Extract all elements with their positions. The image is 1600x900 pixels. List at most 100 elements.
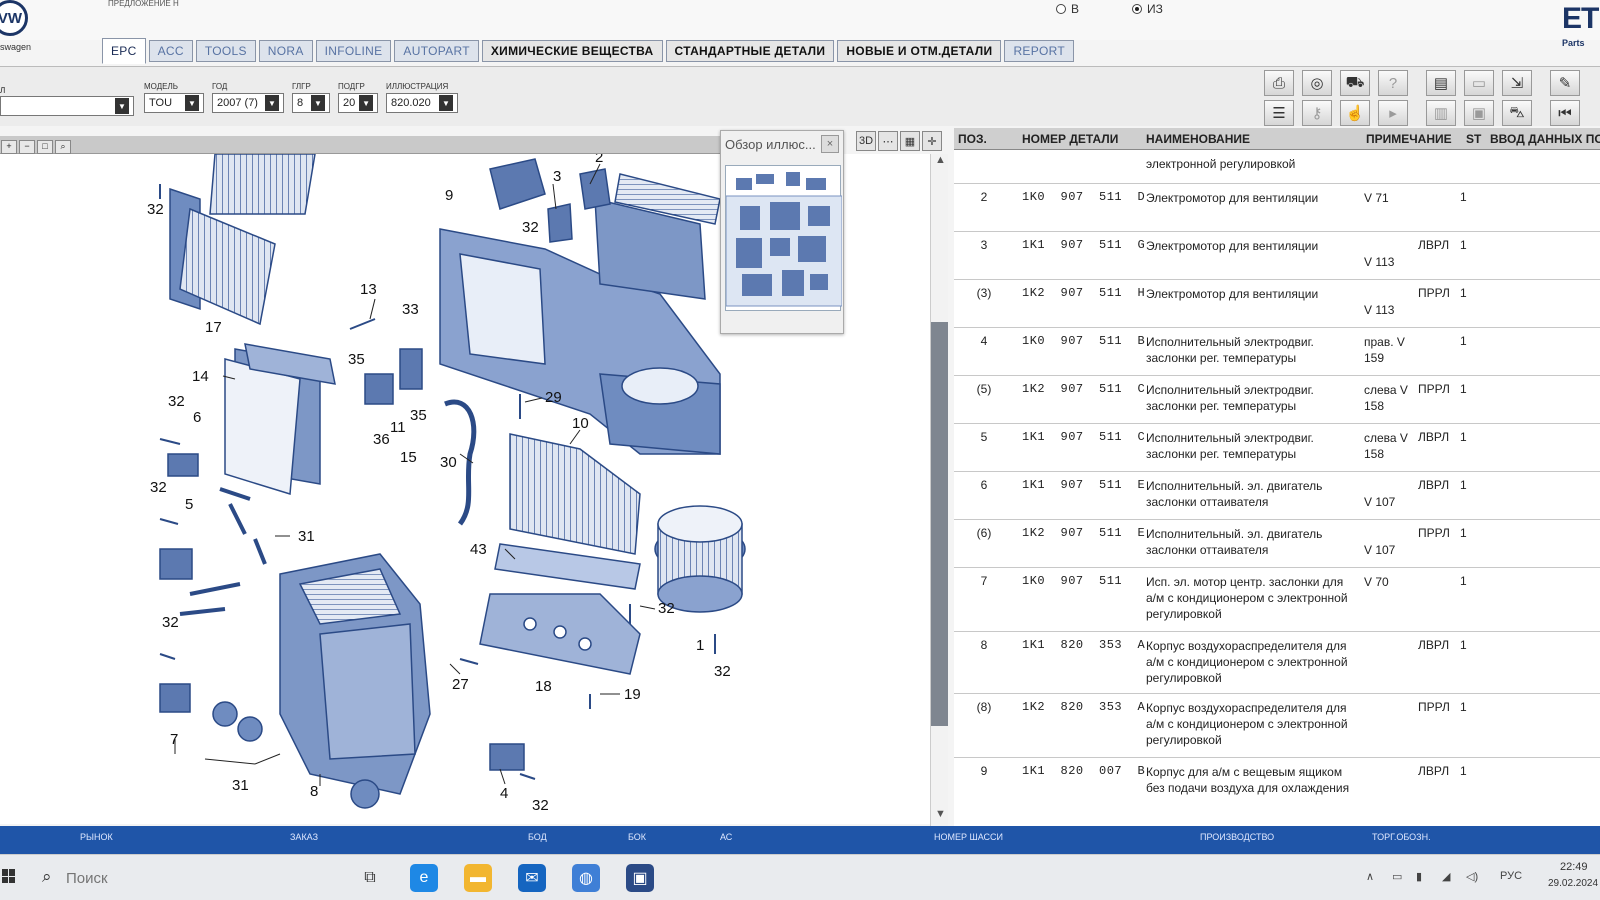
- col-part-number[interactable]: НОМЕР ДЕТАЛИ: [1022, 132, 1118, 146]
- model-select[interactable]: МОДЕЛЬ TOU ▼: [144, 82, 204, 113]
- language-indicator[interactable]: РУС: [1500, 870, 1522, 882]
- main-group-select[interactable]: ГЛГР 8 ▼: [292, 82, 330, 113]
- chevron-up-icon[interactable]: ∧: [1366, 870, 1374, 883]
- scrollbar[interactable]: ▲ ▼: [930, 154, 948, 826]
- scroll-down-icon[interactable]: ▼: [935, 808, 946, 820]
- etka-app-icon[interactable]: ▣: [626, 864, 654, 892]
- scrollbar-thumb[interactable]: [931, 322, 948, 726]
- display-icon[interactable]: ▭: [1392, 870, 1402, 883]
- view-dots-button[interactable]: ⋯: [878, 131, 898, 151]
- chevron-down-icon[interactable]: ▼: [359, 95, 373, 111]
- columns-icon[interactable]: ▥: [1426, 100, 1456, 126]
- basket-icon[interactable]: ▤: [1426, 70, 1456, 96]
- clock-time[interactable]: 22:49: [1560, 861, 1588, 873]
- view-crosshair-button[interactable]: ✛: [922, 131, 942, 151]
- wifi-icon[interactable]: ◢: [1442, 870, 1450, 883]
- table-row[interactable]: 8 1K1 820 353 A Корпус воздухораспредели…: [954, 632, 1600, 694]
- tab-tools[interactable]: TOOLS: [195, 40, 256, 62]
- tab-acc[interactable]: ACC: [148, 40, 193, 62]
- radio-circle-icon[interactable]: [1056, 4, 1066, 14]
- battery-icon[interactable]: ▮: [1416, 870, 1422, 883]
- illustration-overview-panel[interactable]: Обзор иллюс... ×: [720, 130, 844, 334]
- overview-thumbnail[interactable]: [725, 165, 843, 311]
- tab-new-parts[interactable]: НОВЫЕ И ОТМ.ДЕТАЛИ: [837, 40, 1002, 62]
- col-qty[interactable]: ST: [1466, 132, 1481, 146]
- col-note[interactable]: ПРИМЕЧАНИЕ: [1366, 132, 1452, 146]
- tab-infoline[interactable]: INFOLINE: [315, 40, 392, 62]
- col-pos[interactable]: ПОЗ.: [958, 132, 987, 146]
- subgroup-select[interactable]: ПОДГР 20 ▼: [338, 82, 378, 113]
- mail-icon[interactable]: ✉: [518, 864, 546, 892]
- close-icon[interactable]: ×: [821, 135, 839, 153]
- table-row[interactable]: 3 1K1 907 511 G Электромотор для вентиля…: [954, 232, 1600, 280]
- col-input[interactable]: ВВОД ДАННЫХ ПО: [1490, 132, 1600, 146]
- callout-6: 6: [193, 409, 201, 426]
- zoom-in-icon[interactable]: +: [1, 140, 17, 154]
- table-row[interactable]: (3) 1K2 907 511 H Электромотор для венти…: [954, 280, 1600, 328]
- windows-start-icon[interactable]: [2, 869, 16, 883]
- chevron-down-icon[interactable]: ▼: [439, 95, 453, 111]
- taskbar-search-input[interactable]: [66, 865, 346, 891]
- chevron-down-icon[interactable]: ▼: [185, 95, 199, 111]
- cell-pos: (8): [976, 700, 992, 714]
- volume-icon[interactable]: ◁): [1466, 870, 1478, 883]
- chevron-down-icon[interactable]: ▼: [311, 95, 325, 111]
- main-group-label: ГЛГР: [292, 82, 311, 91]
- market-select[interactable]: ▼: [0, 96, 134, 116]
- illustration-select[interactable]: ИЛЛЮСТРАЦИЯ 820.020 ▼: [386, 82, 458, 113]
- callout-2: 2: [595, 154, 603, 166]
- scroll-up-icon[interactable]: ▲: [935, 154, 946, 166]
- pin-icon[interactable]: ✎: [1550, 70, 1580, 96]
- print-icon[interactable]: ⎙: [1264, 70, 1294, 96]
- tab-chemicals[interactable]: ХИМИЧЕСКИЕ ВЕЩЕСТВА: [481, 40, 663, 62]
- table-row[interactable]: (5) 1K2 907 511 C Исполнительный электро…: [954, 376, 1600, 424]
- search-icon[interactable]: ⌕: [42, 867, 52, 887]
- key-icon[interactable]: ⚷: [1302, 100, 1332, 126]
- chevron-down-icon[interactable]: ▼: [265, 95, 279, 111]
- document-icon[interactable]: ▭: [1464, 70, 1494, 96]
- table-row[interactable]: 9 1K1 820 007 B Корпус для а/м с вещевым…: [954, 758, 1600, 826]
- chevron-down-icon[interactable]: ▼: [115, 98, 129, 114]
- zoom-out-icon[interactable]: −: [19, 140, 35, 154]
- globe-icon[interactable]: ◍: [572, 864, 600, 892]
- view-grid-button[interactable]: ▦: [900, 131, 920, 151]
- car-icon[interactable]: ⛟: [1340, 70, 1370, 96]
- view-3d-button[interactable]: 3D: [856, 131, 876, 151]
- list-icon[interactable]: ☰: [1264, 100, 1294, 126]
- year-select[interactable]: ГОД 2007 (7) ▼: [212, 82, 284, 113]
- tab-report[interactable]: REPORT: [1004, 40, 1075, 62]
- status-bok: БОК: [628, 832, 647, 842]
- col-name[interactable]: НАИМЕНОВАНИЕ: [1146, 132, 1250, 146]
- table-row[interactable]: (6) 1K2 907 511 E Исполнительный. эл. дв…: [954, 520, 1600, 568]
- document-search-icon[interactable]: ▣: [1464, 100, 1494, 126]
- table-row[interactable]: 2 1K0 907 511 D Электромотор для вентиля…: [954, 184, 1600, 232]
- next-icon[interactable]: ▸: [1378, 100, 1408, 126]
- radio-selected-icon[interactable]: [1132, 4, 1142, 14]
- table-row[interactable]: 6 1K1 907 511 E Исполнительный. эл. двиг…: [954, 472, 1600, 520]
- search-part-icon[interactable]: ◎: [1302, 70, 1332, 96]
- tab-standard-parts[interactable]: СТАНДАРТНЫЕ ДЕТАЛИ: [665, 40, 835, 62]
- radio-option-iz[interactable]: ИЗ: [1132, 2, 1163, 16]
- radio-option-b[interactable]: В: [1056, 2, 1079, 16]
- table-row[interactable]: 4 1K0 907 511 B Исполнительный электродв…: [954, 328, 1600, 376]
- callout-32: 32: [532, 797, 549, 814]
- fit-icon[interactable]: □: [37, 140, 53, 154]
- edge-browser-icon[interactable]: e: [410, 864, 438, 892]
- clock-date[interactable]: 29.02.2024: [1548, 878, 1598, 889]
- cart-icon[interactable]: ⛍: [1502, 100, 1532, 126]
- hand-icon[interactable]: ☝: [1340, 100, 1370, 126]
- table-row[interactable]: 5 1K1 907 511 C Исполнительный электродв…: [954, 424, 1600, 472]
- tab-epc[interactable]: EPC: [102, 38, 146, 64]
- table-row[interactable]: электронной регулировкой: [954, 150, 1600, 184]
- cell-part-number: 1K1 907 511 C: [1022, 430, 1146, 444]
- tab-nora[interactable]: NORA: [258, 40, 313, 62]
- table-row[interactable]: (8) 1K2 820 353 A Корпус воздухораспреде…: [954, 694, 1600, 758]
- tab-autopart[interactable]: AUTOPART: [394, 40, 479, 62]
- magnifier-icon[interactable]: ⌕: [55, 140, 71, 154]
- help-icon[interactable]: ?: [1378, 70, 1408, 96]
- table-row[interactable]: 7 1K0 907 511 Исп. эл. мотор центр. засл…: [954, 568, 1600, 632]
- file-explorer-icon[interactable]: ▬: [464, 864, 492, 892]
- first-page-icon[interactable]: ⏮: [1550, 100, 1580, 126]
- export-icon[interactable]: ⇲: [1502, 70, 1532, 96]
- task-view-icon[interactable]: ⧉: [356, 864, 384, 892]
